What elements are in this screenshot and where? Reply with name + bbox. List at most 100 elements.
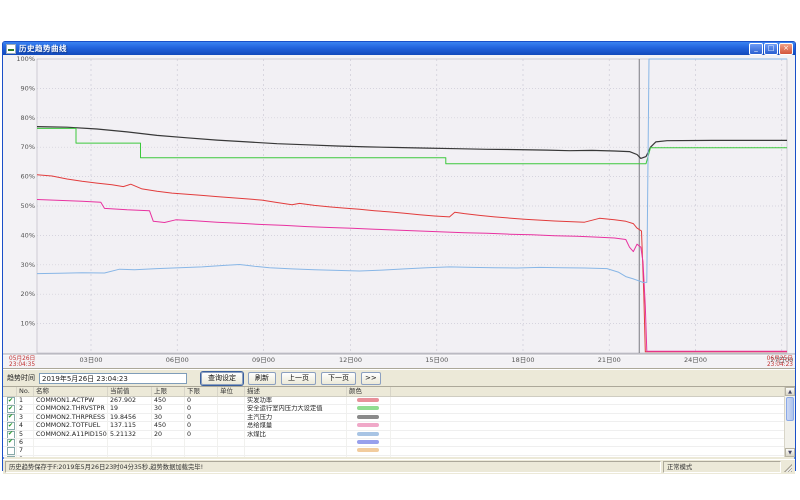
row-cell-value bbox=[108, 439, 152, 446]
row-cell-no: 3 bbox=[17, 414, 34, 421]
column-header-lower[interactable]: 下限 bbox=[185, 387, 218, 396]
row-cell-unit bbox=[218, 414, 245, 421]
row-cell-no: 1 bbox=[17, 397, 34, 404]
trend-chart[interactable]: 100%90%80%70%60%50%40%30%20%10%03日0006日0… bbox=[3, 55, 795, 368]
row-cell-name bbox=[34, 439, 108, 446]
row-cell-name: COMMON2.A11PID150 bbox=[34, 431, 108, 438]
window-titlebar[interactable]: 历史趋势曲线 _ □ × bbox=[3, 42, 795, 55]
row-cell-desc: 安全运行室内压力大设定值 bbox=[245, 405, 347, 412]
row-color-cell bbox=[347, 397, 391, 404]
row-cell-unit bbox=[218, 422, 245, 429]
row-cell-value bbox=[108, 447, 152, 454]
row-cell-filler bbox=[391, 456, 795, 457]
row-cell-filler bbox=[391, 422, 795, 429]
table-row[interactable]: 2COMMON2.THRVSTPR19300安全运行室内压力大设定值 bbox=[3, 405, 795, 413]
status-mode: 正常模式 bbox=[663, 461, 781, 473]
column-header-value[interactable]: 当前值 bbox=[108, 387, 152, 396]
column-header-no[interactable]: No. bbox=[17, 387, 34, 396]
scroll-down-arrow[interactable]: ▼ bbox=[785, 448, 795, 457]
table-row[interactable]: 5COMMON2.A11PID1505.21132200水煤比 bbox=[3, 431, 795, 439]
refresh-button[interactable]: 刷新 bbox=[248, 372, 276, 385]
x-axis-label: 06日00 bbox=[166, 356, 189, 364]
row-color-cell bbox=[347, 431, 391, 438]
scroll-thumb[interactable] bbox=[786, 397, 794, 421]
table-row[interactable]: 8 bbox=[3, 456, 795, 457]
scroll-up-arrow[interactable]: ▲ bbox=[785, 387, 795, 396]
axis-start-time-label: 23:04:35 bbox=[9, 362, 35, 368]
y-axis-label: 60% bbox=[21, 173, 35, 181]
visibility-checkbox[interactable] bbox=[7, 447, 15, 454]
row-cell-desc bbox=[245, 456, 347, 457]
y-axis-label: 70% bbox=[21, 143, 35, 151]
visibility-checkbox[interactable] bbox=[7, 414, 15, 421]
row-checkbox-cell bbox=[3, 439, 17, 446]
row-cell-upper: 30 bbox=[152, 414, 185, 421]
time-label: 趋势时间 bbox=[7, 373, 35, 383]
table-row[interactable]: 4COMMON2.TOTFUEL137.1154500总给煤量 bbox=[3, 422, 795, 430]
row-cell-upper: 450 bbox=[152, 397, 185, 404]
prev-page-button[interactable]: 上一页 bbox=[281, 372, 316, 385]
column-header-name[interactable]: 名称 bbox=[34, 387, 108, 396]
query-settings-button[interactable]: 查询设定 bbox=[201, 372, 243, 385]
row-cell-desc: 总给煤量 bbox=[245, 422, 347, 429]
curve-color-swatch bbox=[357, 440, 379, 444]
row-cell-name: COMMON2.THRPRESS bbox=[34, 414, 108, 421]
visibility-checkbox[interactable] bbox=[7, 439, 15, 446]
chart-region: 100%90%80%70%60%50%40%30%20%10%03日0006日0… bbox=[3, 55, 795, 369]
maximize-button[interactable]: □ bbox=[764, 43, 778, 55]
row-cell-filler bbox=[391, 431, 795, 438]
time-field[interactable]: 2019年5月26日 23:04:23 bbox=[39, 373, 187, 384]
row-cell-upper bbox=[152, 439, 185, 446]
y-axis-label: 100% bbox=[16, 55, 35, 63]
window-controls: _ □ × bbox=[749, 43, 793, 55]
row-cell-desc: 实发功率 bbox=[245, 397, 347, 404]
visibility-checkbox[interactable] bbox=[7, 431, 15, 438]
row-color-cell bbox=[347, 456, 391, 457]
row-cell-value: 5.21132 bbox=[108, 431, 152, 438]
row-color-cell bbox=[347, 414, 391, 421]
table-row[interactable]: 6 bbox=[3, 439, 795, 447]
table-scrollbar[interactable]: ▲ ▼ bbox=[784, 387, 795, 457]
row-cell-unit bbox=[218, 431, 245, 438]
column-header-upper[interactable]: 上限 bbox=[152, 387, 185, 396]
next-page-button[interactable]: 下一页 bbox=[321, 372, 356, 385]
row-cell-no: 5 bbox=[17, 431, 34, 438]
row-cell-name: COMMON1.ACTPW bbox=[34, 397, 108, 404]
row-cell-filler bbox=[391, 447, 795, 454]
row-cell-filler bbox=[391, 397, 795, 404]
column-header-unit[interactable]: 单位 bbox=[218, 387, 245, 396]
table-row[interactable]: 7 bbox=[3, 447, 795, 455]
row-checkbox-cell bbox=[3, 397, 17, 404]
row-cell-unit bbox=[218, 405, 245, 412]
more-button[interactable]: >> bbox=[361, 372, 381, 385]
y-axis-label: 30% bbox=[21, 261, 35, 269]
row-cell-lower bbox=[185, 439, 218, 446]
row-cell-desc bbox=[245, 447, 347, 454]
column-header-color[interactable]: 颜色 bbox=[347, 387, 391, 396]
column-header-select[interactable] bbox=[3, 387, 17, 396]
row-cell-lower bbox=[185, 447, 218, 454]
row-cell-lower: 0 bbox=[185, 405, 218, 412]
row-cell-name bbox=[34, 447, 108, 454]
scroll-track[interactable] bbox=[785, 396, 795, 448]
visibility-checkbox[interactable] bbox=[7, 422, 15, 429]
visibility-checkbox[interactable] bbox=[7, 456, 15, 457]
visibility-checkbox[interactable] bbox=[7, 397, 15, 404]
resize-grip[interactable] bbox=[783, 461, 793, 473]
minimize-button[interactable]: _ bbox=[749, 43, 763, 55]
row-cell-unit bbox=[218, 397, 245, 404]
close-button[interactable]: × bbox=[779, 43, 793, 55]
table-row[interactable]: 1COMMON1.ACTPW267.9024500实发功率 bbox=[3, 397, 795, 405]
status-bar: 历史趋势保存于F:2019年5月26日23时04分35秒,趋势数据加载完毕! 正… bbox=[3, 459, 795, 474]
row-cell-lower: 0 bbox=[185, 422, 218, 429]
y-axis-label: 90% bbox=[21, 84, 35, 92]
curve-color-swatch bbox=[357, 432, 379, 436]
row-cell-upper: 450 bbox=[152, 422, 185, 429]
visibility-checkbox[interactable] bbox=[7, 405, 15, 412]
app-icon bbox=[6, 44, 16, 54]
column-header-desc[interactable]: 描述 bbox=[245, 387, 347, 396]
row-cell-unit bbox=[218, 447, 245, 454]
table-row[interactable]: 3COMMON2.THRPRESS19.8456300主汽压力 bbox=[3, 414, 795, 422]
row-color-cell bbox=[347, 422, 391, 429]
row-cell-upper bbox=[152, 456, 185, 457]
